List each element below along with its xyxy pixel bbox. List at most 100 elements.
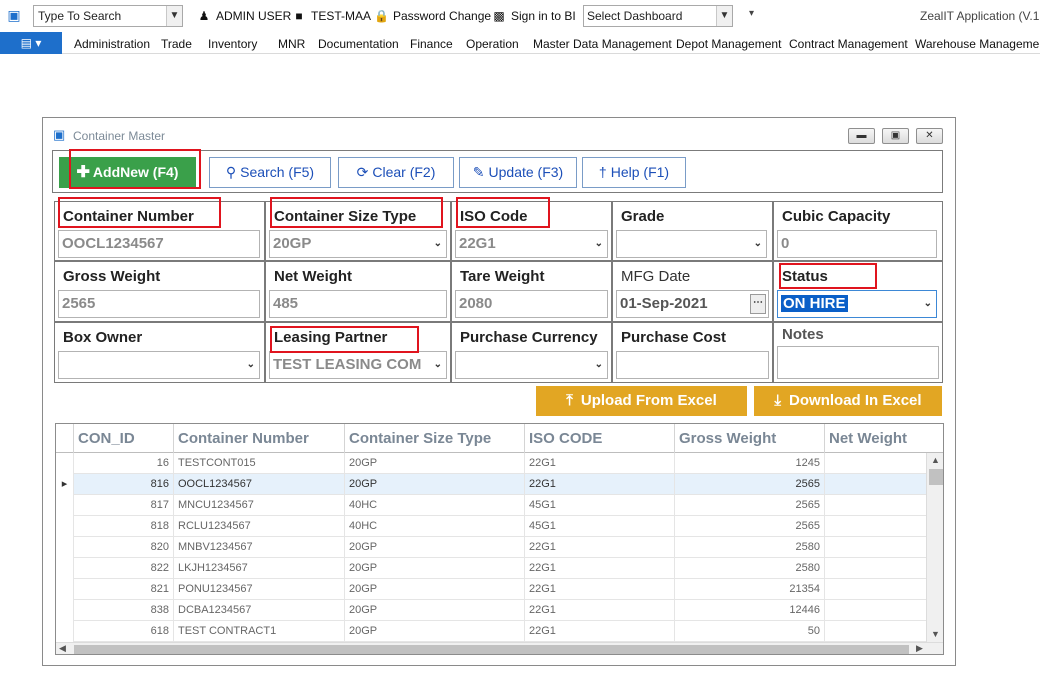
table-cell[interactable]: 2565 — [675, 516, 825, 537]
table-cell[interactable]: 821 — [74, 579, 174, 600]
table-cell[interactable]: 2565 — [675, 495, 825, 516]
menu-item-master-data[interactable]: Master Data Management — [533, 37, 672, 51]
box-owner-select[interactable]: ⌄ — [58, 351, 260, 379]
overflow-icon[interactable]: ▾ — [749, 8, 754, 19]
table-cell[interactable]: PONU1234567 — [174, 579, 345, 600]
chevron-down-icon[interactable]: ⌄ — [754, 231, 762, 257]
table-row[interactable]: 820 MNBV1234567 20GP 22G1 2580 — [56, 537, 926, 558]
table-cell[interactable]: 20GP — [345, 558, 525, 579]
close-icon[interactable]: ✕ — [916, 128, 943, 144]
horizontal-scrollbar[interactable]: ◀ ▶ — [56, 642, 943, 654]
menu-item-finance[interactable]: Finance — [410, 37, 453, 51]
vertical-scrollbar[interactable]: ▲ ▼ — [926, 453, 943, 642]
table-cell[interactable]: DCBA1234567 — [174, 600, 345, 621]
password-change-link[interactable]: 🔒 Password Change — [374, 8, 491, 24]
table-cell[interactable]: 822 — [74, 558, 174, 579]
table-cell[interactable]: 40HC — [345, 495, 525, 516]
container-size-type-select[interactable]: 20GP ⌄ — [269, 230, 447, 258]
row-header[interactable] — [56, 600, 74, 621]
row-header[interactable]: ▸ — [56, 474, 74, 495]
table-cell[interactable]: 20GP — [345, 474, 525, 495]
app-logo-icon[interactable]: ▣ — [5, 6, 23, 24]
minimize-icon[interactable]: ▬ — [848, 128, 875, 144]
chevron-down-icon[interactable]: ⌄ — [431, 352, 442, 378]
chevron-down-icon[interactable]: ⌄ — [924, 291, 932, 317]
table-cell[interactable]: MNBV1234567 — [174, 537, 345, 558]
dashboard-select[interactable]: Select Dashboard ▼ — [583, 5, 733, 27]
row-header[interactable] — [56, 558, 74, 579]
grade-select[interactable]: ⌄ — [616, 230, 767, 258]
help-button[interactable]: † Help (F1) — [582, 157, 686, 188]
menu-item-inventory[interactable]: Inventory — [208, 37, 257, 51]
menu-item-administration[interactable]: Administration — [74, 37, 150, 51]
table-cell[interactable]: 20GP — [345, 621, 525, 642]
branch-menu[interactable]: ■ TEST-MAA — [292, 8, 371, 24]
table-cell[interactable]: 20GP — [345, 453, 525, 474]
row-header[interactable] — [56, 495, 74, 516]
user-menu[interactable]: ♟ ADMIN USER — [197, 8, 292, 24]
grid-col-container-size-type[interactable]: Container Size Type — [345, 424, 525, 453]
table-cell[interactable]: 20GP — [345, 579, 525, 600]
row-header[interactable] — [56, 453, 74, 474]
table-cell[interactable]: RCLU1234567 — [174, 516, 345, 537]
menu-item-depot[interactable]: Depot Management — [676, 37, 781, 51]
table-cell[interactable]: 22G1 — [525, 558, 675, 579]
table-row[interactable]: 817 MNCU1234567 40HC 45G1 2565 — [56, 495, 926, 516]
table-cell[interactable]: TESTCONT015 — [174, 453, 345, 474]
menu-item-trade[interactable]: Trade — [161, 37, 192, 51]
gross-weight-field[interactable]: 2565 — [58, 290, 260, 318]
table-cell[interactable]: 22G1 — [525, 453, 675, 474]
notes-field[interactable] — [777, 346, 939, 379]
scroll-left-icon[interactable]: ◀ — [59, 643, 66, 654]
grid-col-gross-weight[interactable]: Gross Weight — [675, 424, 825, 453]
status-select[interactable]: ON HIRE ⌄ — [777, 290, 937, 318]
sign-in-bi-link[interactable]: ▩ Sign in to BI — [492, 8, 575, 24]
grid-col-net-weight[interactable]: Net Weight — [825, 424, 943, 453]
table-cell[interactable]: TEST CONTRACT1 — [174, 621, 345, 642]
table-cell[interactable]: 21354 — [675, 579, 825, 600]
table-cell[interactable]: 618 — [74, 621, 174, 642]
table-cell[interactable]: 2580 — [675, 537, 825, 558]
top-search-input[interactable]: Type To Search ▼ — [33, 5, 183, 27]
table-cell[interactable]: 820 — [74, 537, 174, 558]
table-cell[interactable]: 818 — [74, 516, 174, 537]
table-cell[interactable]: 16 — [74, 453, 174, 474]
row-header[interactable] — [56, 537, 74, 558]
table-cell[interactable]: MNCU1234567 — [174, 495, 345, 516]
table-cell[interactable]: 2565 — [675, 474, 825, 495]
table-cell[interactable]: OOCL1234567 — [174, 474, 345, 495]
menu-item-warehouse[interactable]: Warehouse Management — [915, 37, 1040, 51]
hscroll-thumb[interactable] — [74, 645, 909, 654]
row-header[interactable] — [56, 516, 74, 537]
table-cell[interactable]: 22G1 — [525, 474, 675, 495]
chevron-down-icon[interactable]: ⌄ — [595, 352, 603, 378]
table-row[interactable]: 818 RCLU1234567 40HC 45G1 2565 — [56, 516, 926, 537]
table-cell[interactable]: 20GP — [345, 537, 525, 558]
row-header[interactable] — [56, 621, 74, 642]
table-row[interactable]: 822 LKJH1234567 20GP 22G1 2580 — [56, 558, 926, 579]
window-title-bar[interactable]: ▣ Container Master ▬ ▣ ✕ — [43, 118, 955, 148]
table-cell[interactable]: 12446 — [675, 600, 825, 621]
download-excel-button[interactable]: ⤓ Download In Excel — [754, 386, 942, 416]
update-button[interactable]: ✎ Update (F3) — [459, 157, 577, 188]
maximize-icon[interactable]: ▣ — [882, 128, 909, 144]
tare-weight-field[interactable]: 2080 — [455, 290, 608, 318]
net-weight-field[interactable]: 485 — [269, 290, 447, 318]
clear-button[interactable]: ⟳ Clear (F2) — [338, 157, 454, 188]
scroll-right-icon[interactable]: ▶ — [916, 643, 923, 654]
row-header[interactable] — [56, 579, 74, 600]
table-row[interactable]: 821 PONU1234567 20GP 22G1 21354 — [56, 579, 926, 600]
chevron-down-icon[interactable]: ▼ — [716, 6, 732, 26]
table-cell[interactable]: 45G1 — [525, 495, 675, 516]
grid-col-container-number[interactable]: Container Number — [174, 424, 345, 453]
menu-item-contract[interactable]: Contract Management — [789, 37, 908, 51]
table-cell[interactable]: 816 — [74, 474, 174, 495]
menu-item-operation[interactable]: Operation — [466, 37, 519, 51]
table-row[interactable]: ▸ 816 OOCL1234567 20GP 22G1 2565 — [56, 474, 926, 495]
scroll-thumb[interactable] — [929, 469, 943, 485]
search-button[interactable]: ⚲ Search (F5) — [209, 157, 331, 188]
mfg-date-field[interactable]: 01-Sep-2021 ⋯ — [616, 290, 769, 318]
menu-item-mnr[interactable]: MNR — [278, 37, 305, 51]
table-cell[interactable]: 40HC — [345, 516, 525, 537]
table-cell[interactable]: 2580 — [675, 558, 825, 579]
